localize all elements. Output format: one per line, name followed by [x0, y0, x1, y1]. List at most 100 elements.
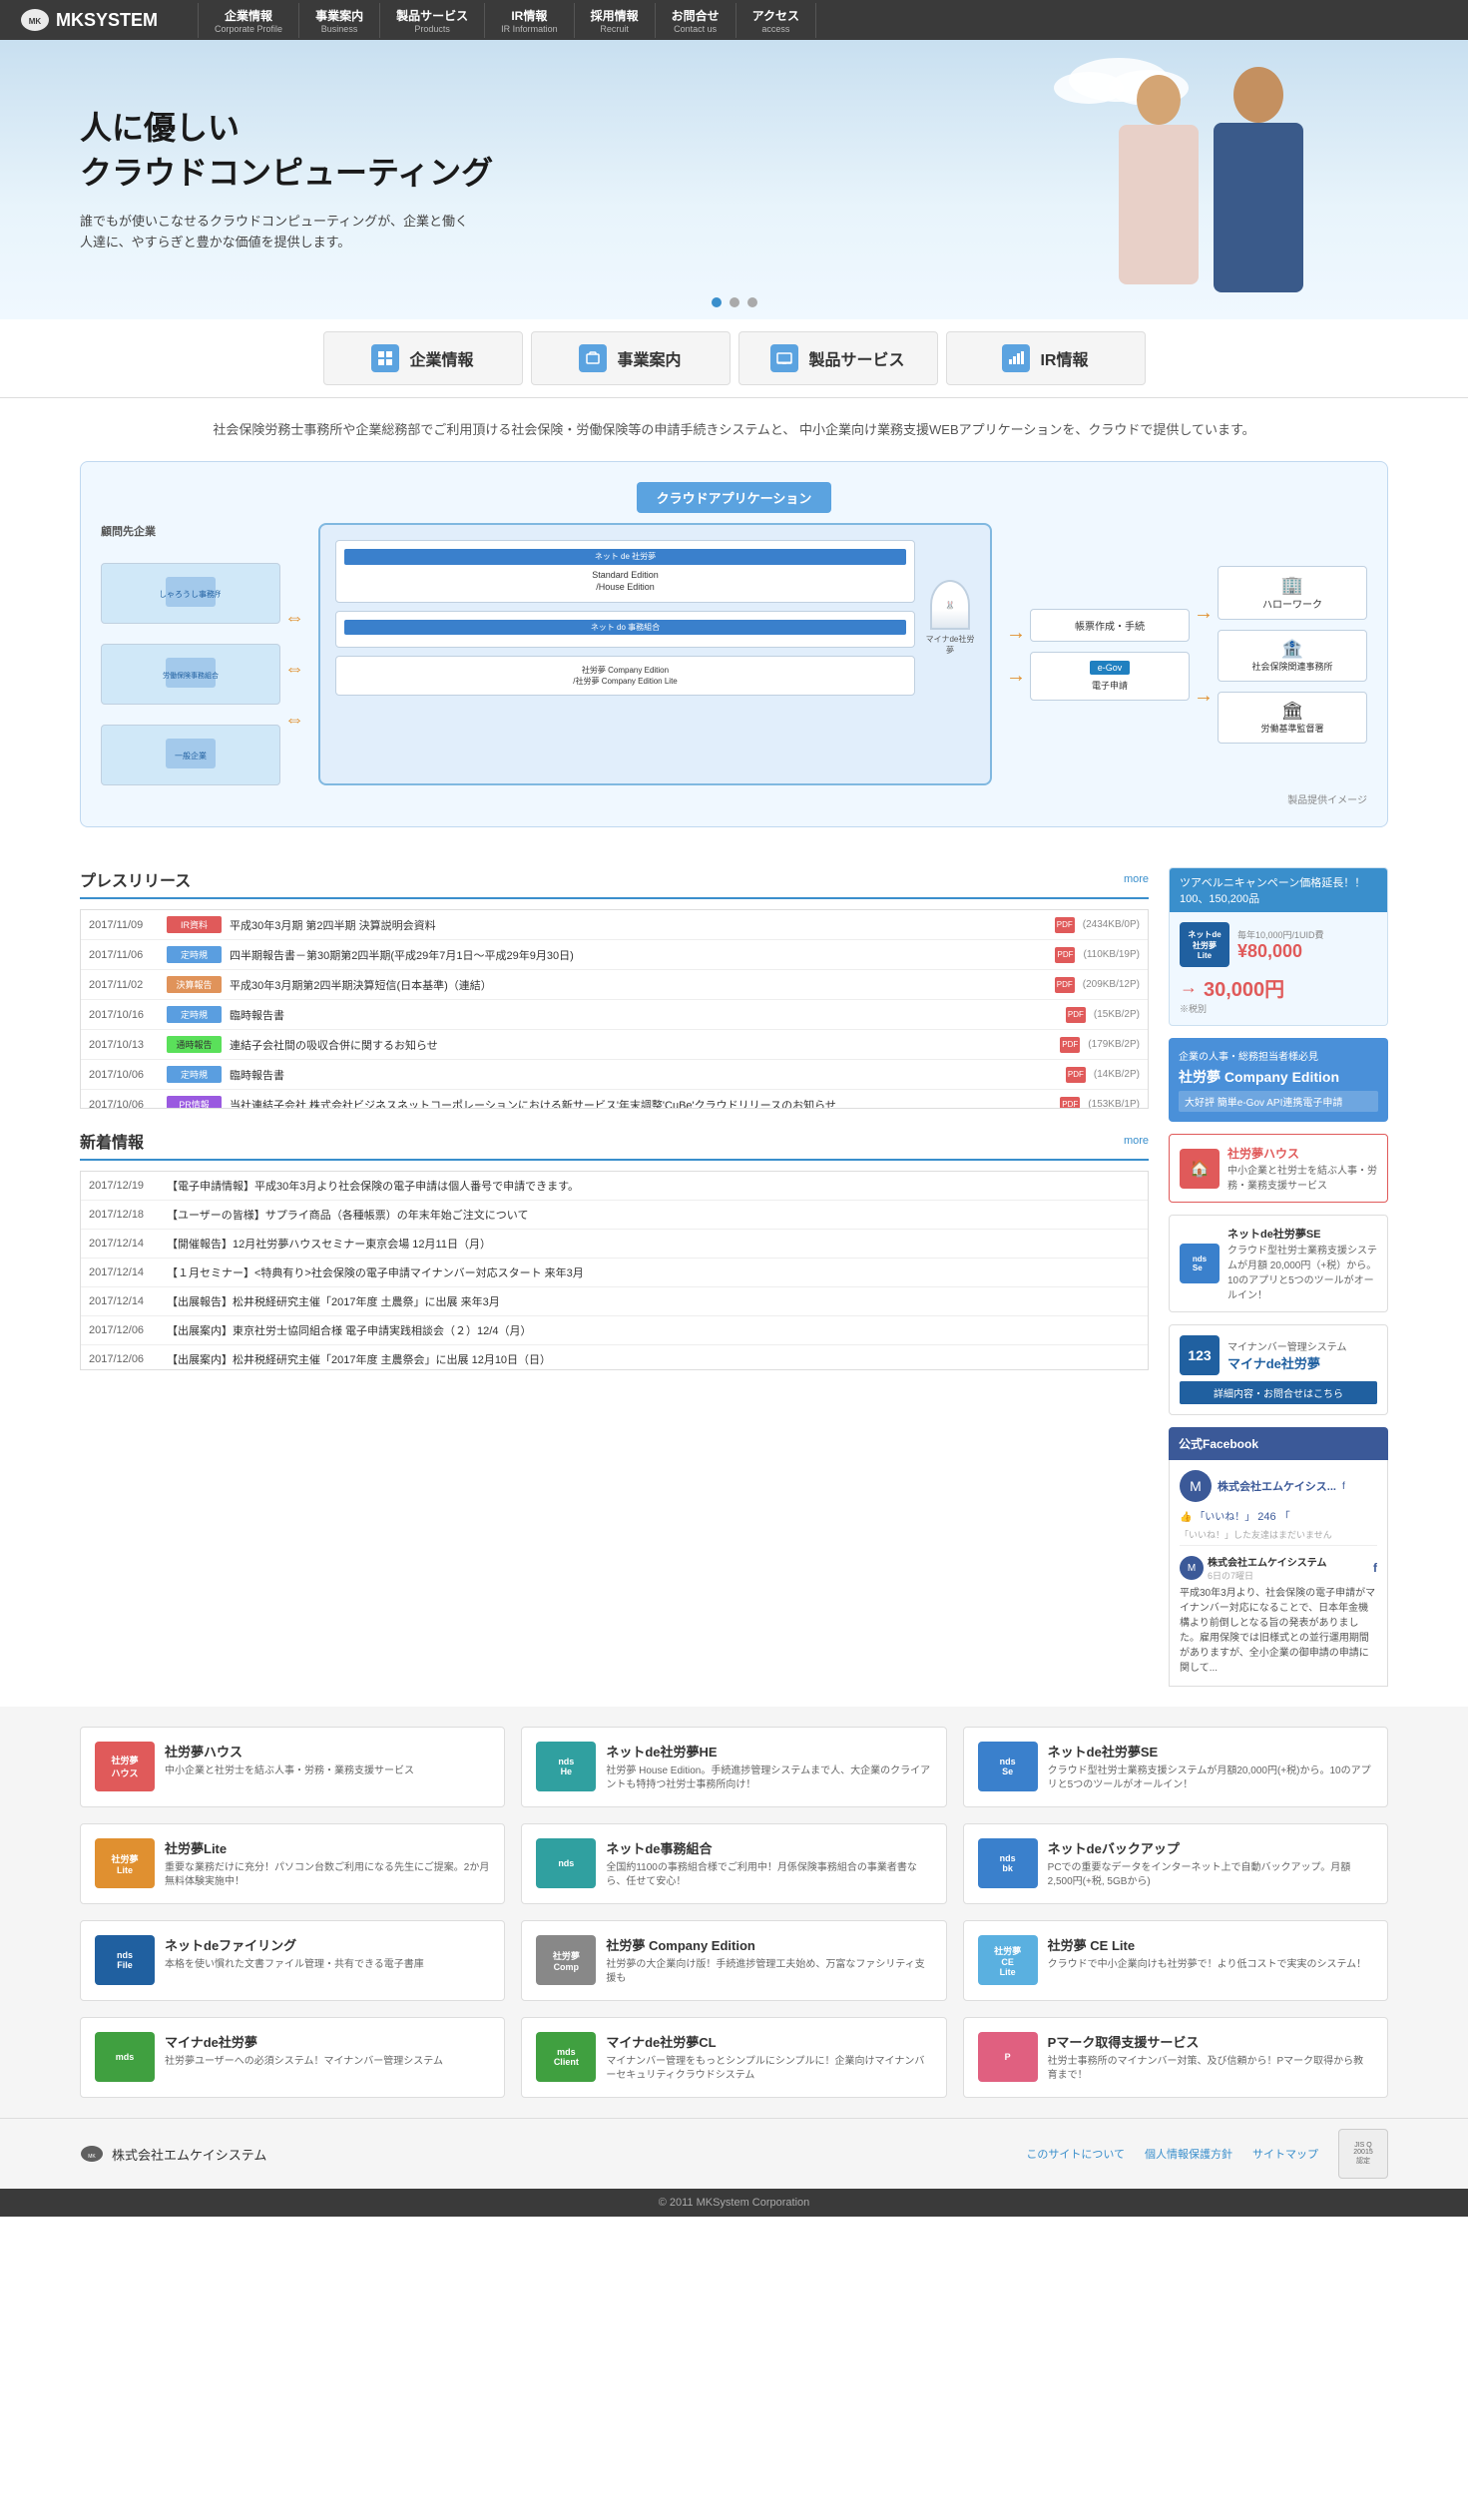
news-title-4[interactable]: 【出展報告】松井税経研究主催「2017年度 土農祭」に出展 来年3月: [167, 1293, 1140, 1309]
news-title-0[interactable]: 【電子申請情報】平成30年3月より社会保険の電子申請は個人番号で申請できます。: [167, 1178, 1140, 1194]
diagram-mascot: 🐰 マイナde社労夢: [925, 580, 975, 656]
footer-link-sitemap[interactable]: サイトマップ: [1252, 2146, 1318, 2162]
product-item-7[interactable]: 社労夢Comp 社労夢 Company Edition 社労夢の大企業向け版！手…: [521, 1920, 946, 2001]
product-item-0[interactable]: 社労夢ハウス 社労夢ハウス 中小企業と社労士を結ぶ人事・労務・業務支援サービス: [80, 1727, 505, 1807]
product-logo-1: ndsHe: [536, 1742, 596, 1791]
product-name-3: 社労夢Lite: [165, 1838, 490, 1857]
news-section-header: 新着情報 more: [80, 1129, 1149, 1161]
product-desc-6: 本格を使い慣れた文書ファイル管理・共有できる電子書庫: [165, 1958, 490, 1972]
press-item-1: 2017/11/06 定時規 四半期報告書－第30期第2四半期(平成29年7月1…: [81, 940, 1148, 970]
product-name-7: 社労夢 Company Edition: [606, 1935, 931, 1954]
sidebar-banner-mynumber[interactable]: 123 マイナンバー管理システム マイナde社労夢 詳細内容・お問合せはこちら: [1169, 1324, 1388, 1415]
press-pdf-2: PDF: [1055, 977, 1075, 993]
diagram-note: 製品提供イメージ: [101, 791, 1367, 806]
press-badge-0: IR資料: [167, 916, 222, 933]
nav-business[interactable]: 事業案内 Business: [298, 3, 379, 38]
btn-corporate[interactable]: 企業情報: [323, 331, 523, 385]
news-title-3[interactable]: 【１月セミナー】<特典有り>社会保険の電子申請マイナンバー対応スタート 来年3月: [167, 1264, 1140, 1280]
banner-lite-header: ツアベルニキャンペーン価格延長！！ 100、150,200品: [1170, 868, 1387, 912]
left-content: プレスリリース more 2017/11/09 IR資料 平成30年3月期 第2…: [80, 867, 1149, 1687]
press-title-1[interactable]: 四半期報告書－第30期第2四半期(平成29年7月1日～平成29年9月30日): [230, 947, 1047, 963]
hero-dot-1[interactable]: [712, 297, 722, 307]
sidebar-banner-company[interactable]: 企業の人事・総務担当者様必見 社労夢 Company Edition 大好評 簡…: [1169, 1038, 1388, 1122]
press-pdf-6: PDF: [1060, 1097, 1080, 1110]
press-pdf-3: PDF: [1066, 1007, 1086, 1023]
footer-link-privacy[interactable]: 個人情報保護方針: [1145, 2146, 1232, 2162]
sidebar-banner-house[interactable]: 🏠 社労夢ハウス 中小企業と社労士を結ぶ人事・労務・業務支援サービス: [1169, 1134, 1388, 1203]
description-content: 社会保険労務士事務所や企業総務部でご利用頂ける社会保険・労働保険等の申請手続きシ…: [213, 422, 1254, 437]
press-title-4[interactable]: 連結子会社間の吸収合併に関するお知らせ: [230, 1037, 1052, 1053]
hero-illustration: [999, 50, 1378, 319]
product-item-2[interactable]: ndsSe ネットde社労夢SE クラウド型社労士業務支援システムが月額20,0…: [963, 1727, 1388, 1807]
nav-products[interactable]: 製品サービス Products: [379, 3, 484, 38]
product-item-4[interactable]: nds ネットde事務組合 全国約1100の事務組合様でご利用中！月係保険事務組…: [521, 1823, 946, 1904]
news-title-5[interactable]: 【出展案内】東京社労士協同組合様 電子申請実践相談会（２）12/4（月）: [167, 1322, 1140, 1338]
product-desc-2: クラウド型社労士業務支援システムが月額20,000円(+税)から。10のアプリと…: [1048, 1764, 1373, 1792]
facebook-company-name[interactable]: 株式会社エムケイシス...: [1218, 1478, 1336, 1494]
btn-business[interactable]: 事業案内: [531, 331, 731, 385]
press-title-0[interactable]: 平成30年3月期 第2四半期 決算説明会資料: [230, 917, 1047, 933]
facebook-f-icon: f: [1373, 1561, 1377, 1575]
svg-text:MK: MK: [88, 2154, 96, 2160]
press-date-1: 2017/11/06: [89, 949, 159, 961]
product-name-11: Pマーク取得支援サービス: [1048, 2032, 1373, 2051]
right-sidebar: ツアベルニキャンペーン価格延長！！ 100、150,200品 ネットde社労夢L…: [1169, 867, 1388, 1687]
product-logo-7: 社労夢Comp: [536, 1935, 596, 1985]
press-date-2: 2017/11/02: [89, 979, 159, 991]
press-section-header: プレスリリース more: [80, 867, 1149, 899]
house-icon: 🏠: [1180, 1149, 1220, 1189]
footer-copyright: © 2011 MKSystem Corporation: [0, 2189, 1468, 2217]
news-title-1[interactable]: 【ユーザーの皆様】サプライ商品（各種帳票）の年末年始ご注文について: [167, 1207, 1140, 1223]
press-more-link[interactable]: more: [1124, 873, 1149, 885]
news-more-link[interactable]: more: [1124, 1135, 1149, 1147]
hero-dot-2[interactable]: [730, 297, 739, 307]
product-logo-3: 社労夢Lite: [95, 1838, 155, 1888]
press-title-2[interactable]: 平成30年3月期第2四半期決算短信(日本基準)（連結）: [230, 977, 1047, 993]
btn-products[interactable]: 製品サービス: [738, 331, 938, 385]
sidebar-banner-se[interactable]: ndsSe ネットde社労夢SE クラウド型社労士業務支援システムが月額 20,…: [1169, 1215, 1388, 1312]
product-item-6[interactable]: ndsFile ネットdeファイリング 本格を使い慣れた文書ファイル管理・共有で…: [80, 1920, 505, 2001]
press-date-6: 2017/10/06: [89, 1099, 159, 1110]
btn-ir-label: IR情報: [1040, 346, 1088, 370]
product-info-1: ネットde社労夢HE 社労夢 House Edition。手続進捗管理システムま…: [606, 1742, 931, 1792]
product-logo-0: 社労夢ハウス: [95, 1742, 155, 1791]
product-item-11[interactable]: P Pマーク取得支援サービス 社労士事務所のマイナンバー対策、及び信頼から！Pマ…: [963, 2017, 1388, 2098]
diagram-arrows-3: → →: [1190, 523, 1218, 785]
press-title-5[interactable]: 臨時報告書: [230, 1067, 1058, 1083]
press-title-6[interactable]: 当社連結子会社 株式会社ビジネスネットコーポレーションにおける新サービス'年末調…: [230, 1097, 1052, 1110]
nav-contact[interactable]: お問合せ Contact us: [655, 3, 735, 38]
product-item-1[interactable]: ndsHe ネットde社労夢HE 社労夢 House Edition。手続進捗管…: [521, 1727, 946, 1807]
nav-corporate[interactable]: 企業情報 Corporate Profile: [198, 3, 298, 38]
nav-access[interactable]: アクセス access: [735, 3, 816, 38]
product-desc-3: 重要な業務だけに充分！パソコン台数ご利用になる先生にご提案。2か月無料体験実施中…: [165, 1861, 490, 1889]
press-item-0: 2017/11/09 IR資料 平成30年3月期 第2四半期 決算説明会資料 P…: [81, 910, 1148, 940]
news-item-3: 2017/12/14 【１月セミナー】<特典有り>社会保険の電子申請マイナンバー…: [81, 1259, 1148, 1287]
press-title-3[interactable]: 臨時報告書: [230, 1007, 1058, 1023]
product-logo-10: mdsClient: [536, 2032, 596, 2082]
product-logo-5: ndsbk: [978, 1838, 1038, 1888]
btn-ir[interactable]: IR情報: [946, 331, 1146, 385]
btn-corporate-label: 企業情報: [409, 346, 473, 370]
news-title-2[interactable]: 【開催報告】12月社労夢ハウスセミナー東京会場 12月11日（月）: [167, 1236, 1140, 1252]
product-item-8[interactable]: 社労夢CELite 社労夢 CE Lite クラウドで中小企業向けも社労夢で！よ…: [963, 1920, 1388, 2001]
nav-ir[interactable]: IR情報 IR Information: [484, 3, 574, 38]
nav-recruit[interactable]: 採用情報 Recruit: [574, 3, 655, 38]
product-desc-0: 中小企業と社労士を結ぶ人事・労務・業務支援サービス: [165, 1764, 490, 1778]
news-title-6[interactable]: 【出展案内】松井税経研究主催「2017年度 主農祭会」に出展 12月10日（日）: [167, 1351, 1140, 1367]
product-item-3[interactable]: 社労夢Lite 社労夢Lite 重要な業務だけに充分！パソコン台数ご利用になる先…: [80, 1823, 505, 1904]
products-grid: 社労夢ハウス 社労夢ハウス 中小企業と社労士を結ぶ人事・労務・業務支援サービス …: [80, 1727, 1388, 2098]
footer-link-about[interactable]: このサイトについて: [1026, 2146, 1125, 2162]
product-item-5[interactable]: ndsbk ネットdeバックアップ PCでの重要なデータをインターネット上で自動…: [963, 1823, 1388, 1904]
product-name-1: ネットde社労夢HE: [606, 1742, 931, 1761]
news-date-5: 2017/12/06: [89, 1324, 159, 1336]
product-info-11: Pマーク取得支援サービス 社労士事務所のマイナンバー対策、及び信頼から！Pマーク…: [1048, 2032, 1373, 2083]
product-item-10[interactable]: mdsClient マイナde社労夢CL マイナンバー管理をもっとシンプルにシン…: [521, 2017, 946, 2098]
hero-dot-3[interactable]: [747, 297, 757, 307]
product-item-9[interactable]: mds マイナde社労夢 社労夢ユーザーへの必須システム！マイナンバー管理システ…: [80, 2017, 505, 2098]
mynumber-link[interactable]: 詳細内容・お問合せはこちら: [1180, 1381, 1377, 1404]
sidebar-banner-lite: ツアベルニキャンペーン価格延長！！ 100、150,200品 ネットde社労夢L…: [1169, 867, 1388, 1026]
product-info-2: ネットde社労夢SE クラウド型社労士業務支援システムが月額20,000円(+税…: [1048, 1742, 1373, 1792]
press-pdf-4: PDF: [1060, 1037, 1080, 1053]
diagram-title: クラウドアプリケーション: [637, 482, 832, 513]
diagram-hello: 🏢 ハローワーク: [1218, 566, 1367, 620]
